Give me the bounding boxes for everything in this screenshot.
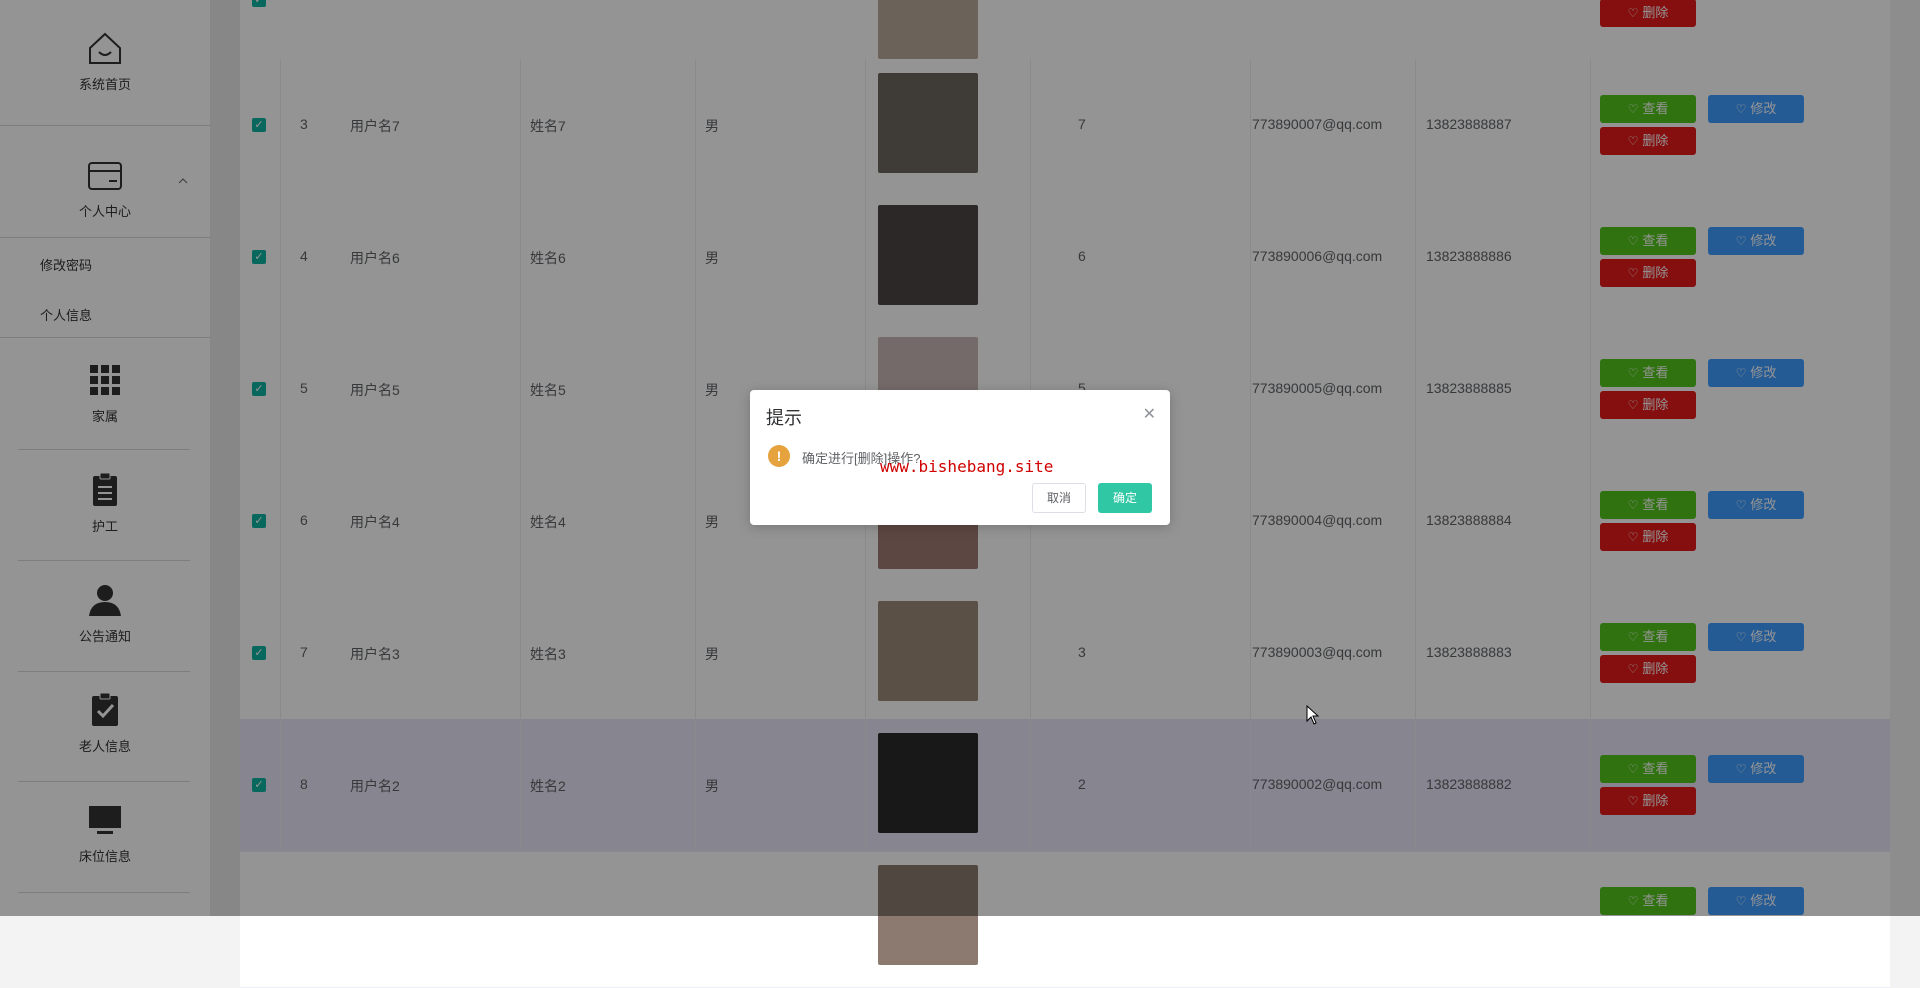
close-icon[interactable]: ✕ — [1143, 404, 1156, 424]
dialog-title: 提示 — [766, 408, 802, 428]
confirm-button[interactable]: 确定 — [1098, 483, 1153, 513]
watermark: www.bishebang.site — [880, 457, 1054, 476]
warning-icon: ! — [768, 445, 790, 467]
cancel-button[interactable]: 取消 — [1032, 483, 1087, 513]
mouse-cursor-icon — [1306, 705, 1320, 725]
